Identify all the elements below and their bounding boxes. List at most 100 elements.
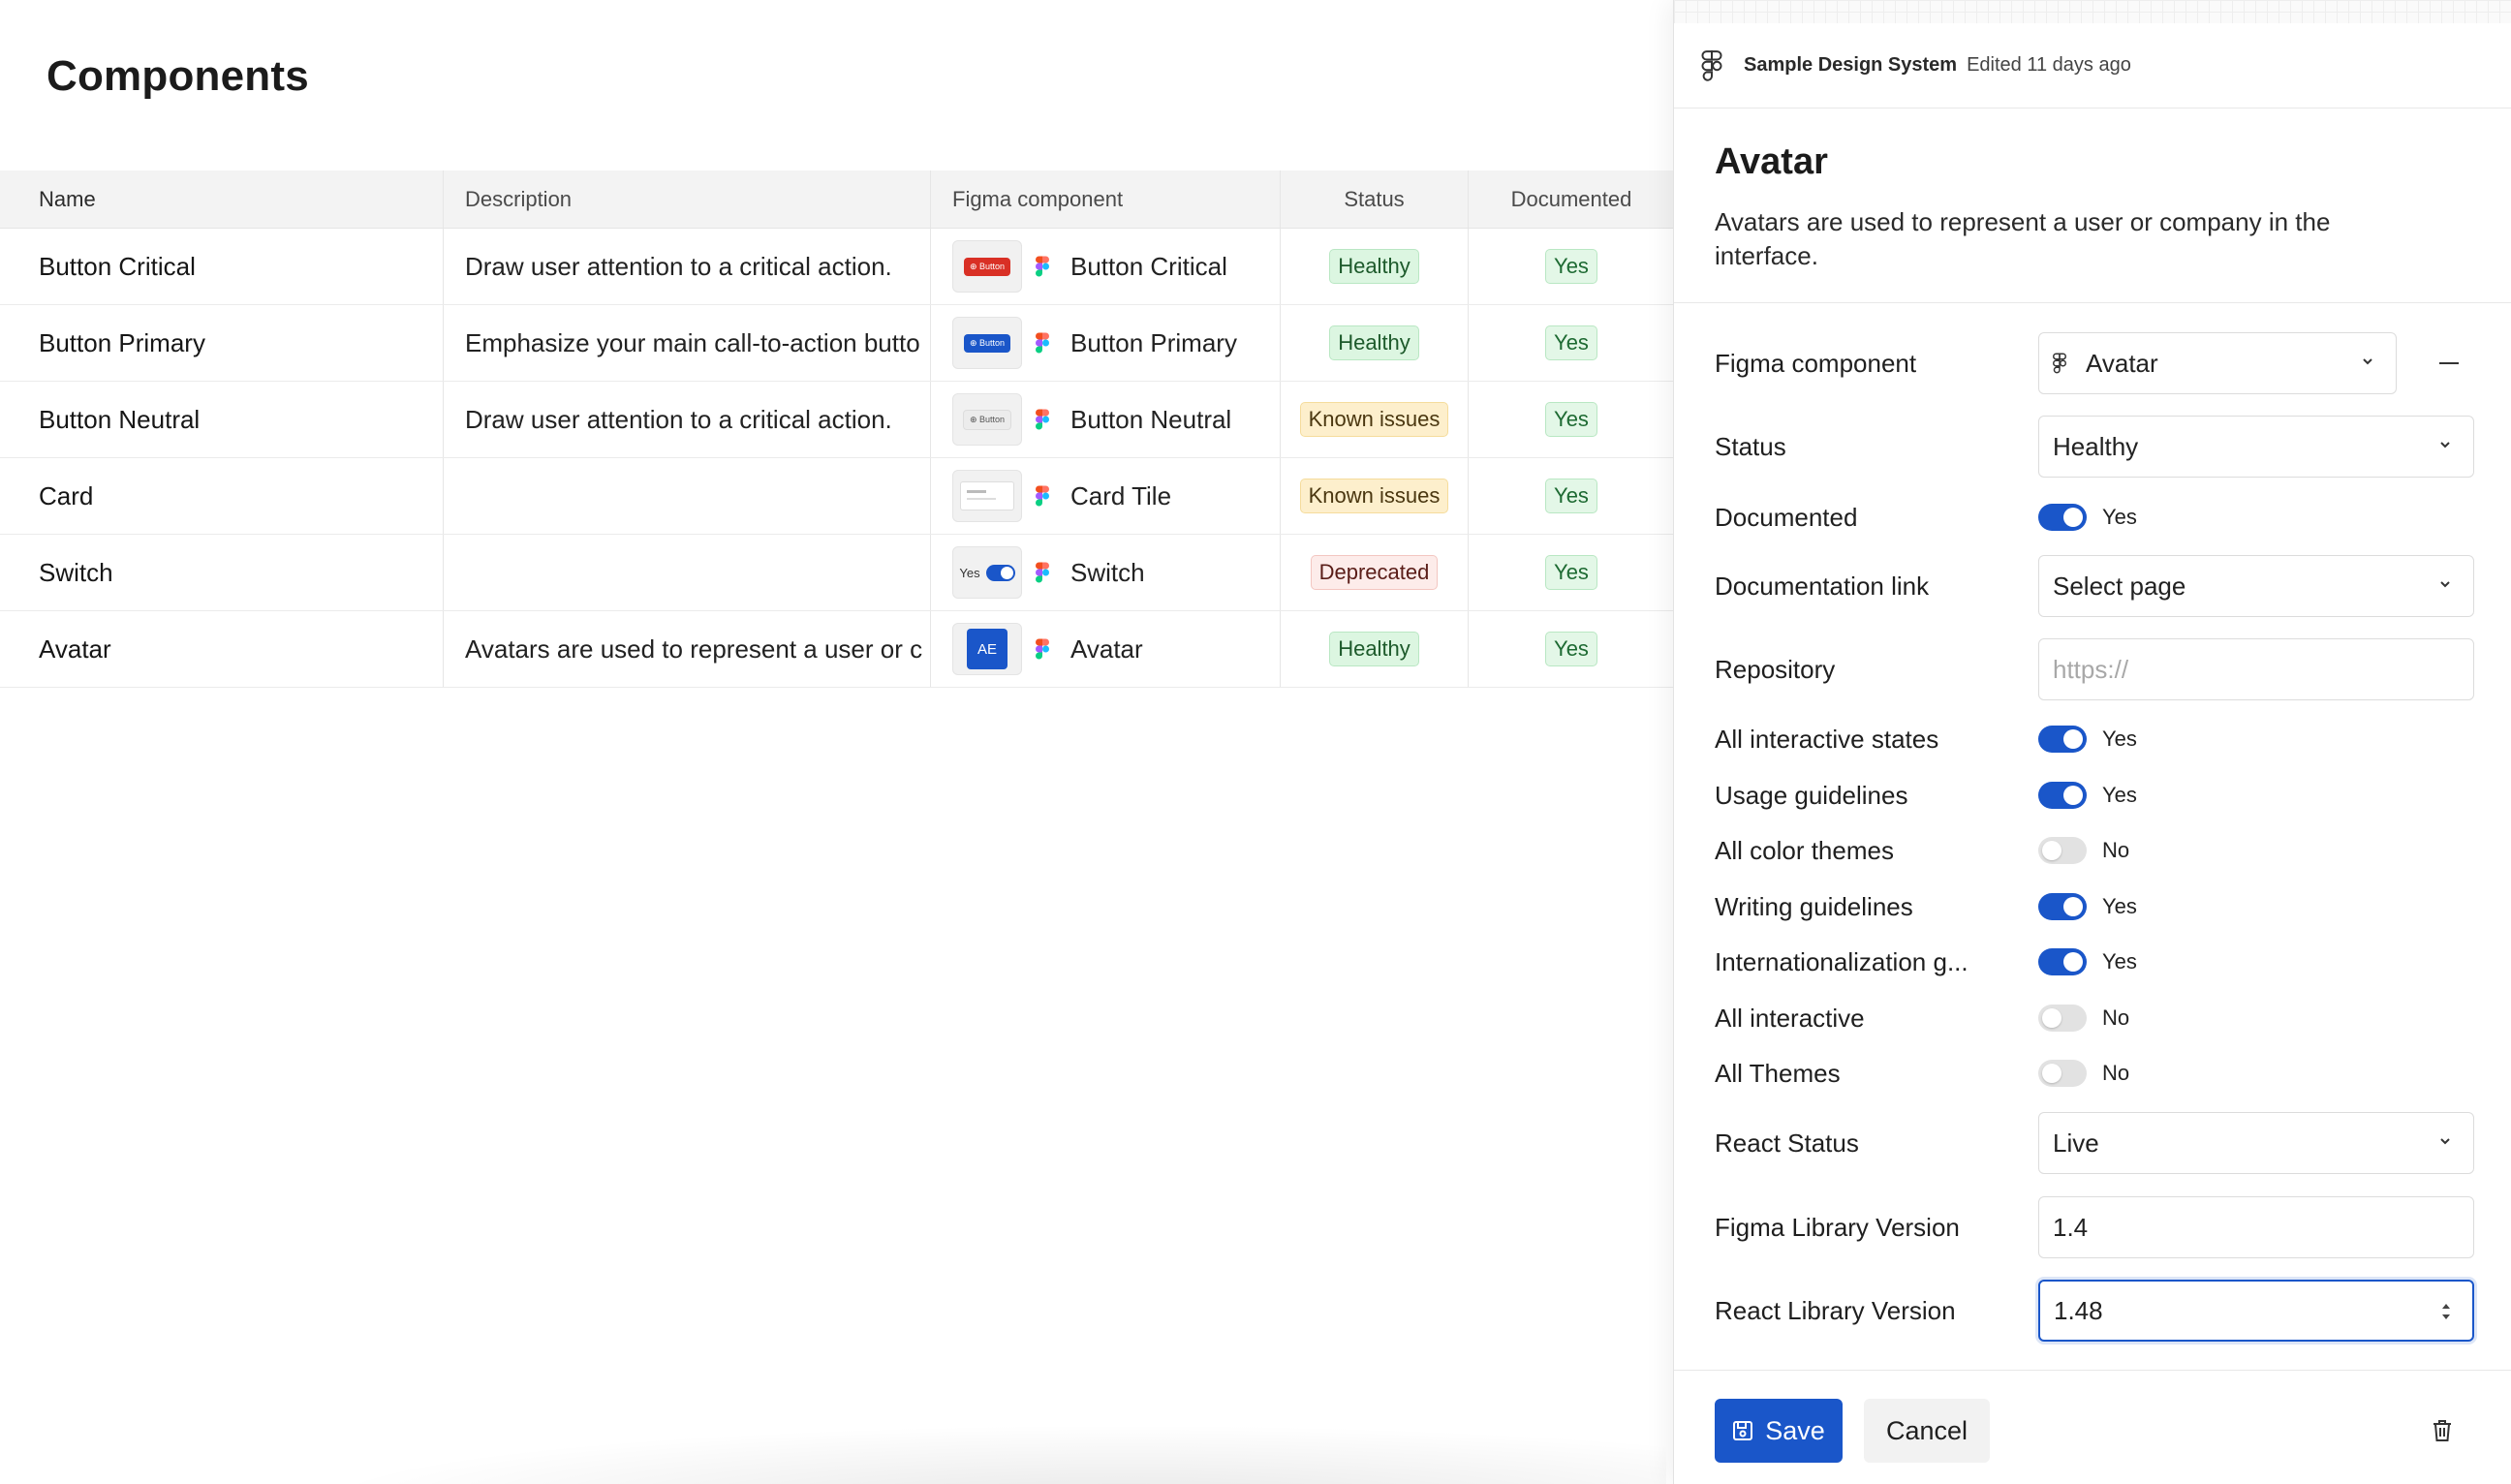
chevron-down-icon [2363,358,2372,365]
field-all-color-themes: All color themes No [1715,835,2490,866]
select-value: Healthy [2053,431,2139,461]
panel-header: Sample Design System Edited 11 days ago [1674,23,2511,108]
component-description: Draw user attention to a critical action… [444,229,931,304]
documented-cell: Yes [1469,535,1674,610]
column-header-description[interactable]: Description [444,170,931,228]
component-name: Button Primary [0,305,444,381]
table-row[interactable]: Button Neutral Draw user attention to a … [0,382,1674,458]
field-documented: Documented Yes [1715,502,2490,533]
thumbnail-avatar-preview: AE [967,629,1008,669]
status-badge: Healthy [1329,325,1419,360]
documented-badge: Yes [1545,402,1597,437]
chevron-down-icon [2440,442,2450,448]
figma-component-name[interactable]: Avatar [1070,634,1143,665]
thumbnail-button-preview: ⊕ Button [963,333,1011,353]
react-library-version-input[interactable]: 1.48 [2038,1280,2474,1342]
all-themes-toggle[interactable] [2038,1060,2087,1087]
column-header-documented[interactable]: Documented [1469,170,1674,228]
panel-top-grid [1674,0,2511,23]
column-header-name[interactable]: Name [0,170,444,228]
documented-badge: Yes [1545,632,1597,666]
figma-component-cell: Card Tile [931,458,1281,534]
edited-timestamp: Edited 11 days ago [1967,54,2131,76]
column-header-figma-component[interactable]: Figma component [931,170,1281,228]
stepper-icon[interactable] [2439,1299,2453,1324]
design-system-name[interactable]: Sample Design System [1744,54,1957,77]
component-name: Avatar [0,611,444,687]
table-row[interactable]: Switch Yes Switch Deprecated Yes [0,535,1674,611]
field-label: Internationalization g... [1715,946,1968,976]
documented-badge: Yes [1545,479,1597,513]
figma-component-name[interactable]: Card Tile [1070,481,1171,511]
field-figma-library-version: Figma Library Version 1.4 [1715,1196,2490,1258]
component-description [444,458,931,534]
status-select[interactable]: Healthy [2038,416,2474,478]
field-writing-guidelines: Writing guidelines Yes [1715,891,2490,922]
status-cell: Healthy [1281,305,1469,381]
toggle-value: Yes [2102,505,2137,529]
status-cell: Deprecated [1281,535,1469,610]
panel-title: Avatar [1715,141,1828,182]
table-row[interactable]: Avatar Avatars are used to represent a u… [0,611,1674,688]
figma-component-name[interactable]: Switch [1070,558,1145,588]
figma-component-name[interactable]: Button Primary [1070,328,1237,358]
documented-cell: Yes [1469,458,1674,534]
all-color-themes-toggle[interactable] [2038,837,2087,864]
thumbnail-card-preview [960,481,1014,510]
figma-icon [1036,638,1049,660]
status-cell: Known issues [1281,458,1469,534]
component-description: Avatars are used to represent a user or … [444,611,931,687]
all-interactive-toggle[interactable] [2038,1005,2087,1032]
toggle-value: Yes [2102,894,2137,918]
field-label: React Library Version [1715,1295,1956,1325]
repository-input[interactable]: https:// [2038,638,2474,700]
usage-guidelines-toggle[interactable] [2038,782,2087,809]
all-interactive-states-toggle[interactable] [2038,726,2087,753]
figma-icon [1036,409,1049,430]
table-row[interactable]: Card Card Tile Known issues Yes [0,458,1674,535]
field-label: Status [1715,431,1786,461]
save-button[interactable]: Save [1715,1399,1843,1463]
divider [1674,302,2511,303]
field-react-library-version: React Library Version 1.48 [1715,1280,2490,1342]
documented-cell: Yes [1469,305,1674,381]
status-badge: Known issues [1299,479,1449,513]
field-react-status: React Status Live [1715,1112,2490,1174]
react-status-select[interactable]: Live [2038,1112,2474,1174]
trash-icon[interactable] [2432,1418,2453,1443]
status-cell: Healthy [1281,229,1469,304]
field-usage-guidelines: Usage guidelines Yes [1715,780,2490,811]
figma-component-name[interactable]: Button Neutral [1070,405,1231,435]
component-thumbnail: ⊕ Button [952,317,1022,369]
documented-toggle[interactable] [2038,504,2087,531]
minus-icon[interactable] [2439,362,2459,364]
divider [1674,1370,2511,1371]
toggle-value: No [2102,1005,2130,1030]
thumbnail-button-preview: ⊕ Button [963,257,1011,276]
internationalization-toggle[interactable] [2038,948,2087,975]
field-label: Figma Library Version [1715,1212,1960,1242]
table-row[interactable]: Button Critical Draw user attention to a… [0,229,1674,305]
status-badge: Healthy [1329,249,1419,284]
figma-component-select[interactable]: Avatar [2038,332,2397,394]
figma-component-cell: Yes Switch [931,535,1281,610]
select-value: Select page [2053,571,2186,601]
table-row[interactable]: Button Primary Emphasize your main call-… [0,305,1674,382]
components-table: Name Description Figma component Status … [0,170,1674,688]
save-label: Save [1765,1415,1825,1445]
figma-library-version-input[interactable]: 1.4 [2038,1196,2474,1258]
writing-guidelines-toggle[interactable] [2038,893,2087,920]
figma-component-name[interactable]: Button Critical [1070,252,1227,282]
field-label: Repository [1715,654,1836,684]
field-label: Writing guidelines [1715,891,1913,921]
component-description [444,535,931,610]
select-value: Avatar [2086,348,2158,378]
column-header-status[interactable]: Status [1281,170,1469,228]
status-cell: Known issues [1281,382,1469,457]
figma-component-cell: ⊕ Button Button Critical [931,229,1281,304]
chevron-down-icon [2440,581,2450,588]
documentation-link-select[interactable]: Select page [2038,555,2474,617]
cancel-button[interactable]: Cancel [1864,1399,1990,1463]
component-description: Draw user attention to a critical action… [444,382,931,457]
field-label: All interactive states [1715,724,1939,754]
